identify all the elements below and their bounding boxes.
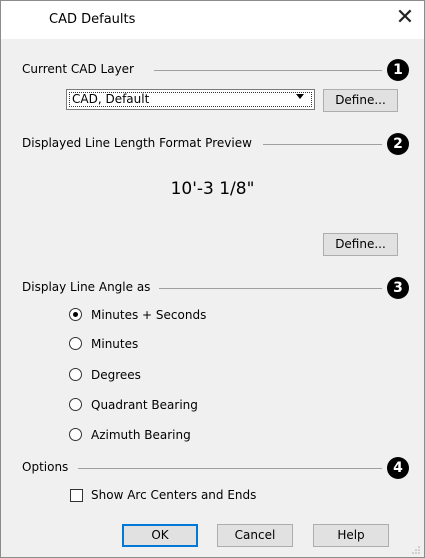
- section-label-current-cad-layer: Current CAD Layer: [22, 62, 134, 76]
- section-divider: [263, 144, 382, 145]
- radio-button[interactable]: [69, 368, 82, 381]
- chevron-down-icon: [296, 94, 304, 99]
- section-label-line-length-preview: Displayed Line Length Format Preview: [22, 136, 252, 150]
- cad-layer-select[interactable]: CAD, Default: [66, 89, 315, 110]
- help-button[interactable]: Help: [313, 524, 389, 547]
- close-icon[interactable]: ✕: [393, 7, 417, 31]
- radio-label: Quadrant Bearing: [91, 398, 198, 412]
- section-divider: [154, 70, 382, 71]
- section-divider: [78, 468, 382, 469]
- radio-button[interactable]: [69, 428, 82, 441]
- radio-selected-dot: [73, 312, 78, 317]
- cad-defaults-dialog: CAD Defaults ✕ Current CAD Layer 1 CAD, …: [0, 0, 425, 558]
- window-title: CAD Defaults: [49, 12, 136, 27]
- section-label-line-angle: Display Line Angle as: [22, 280, 151, 294]
- callout-badge-3: 3: [387, 277, 409, 299]
- line-length-preview: 10'-3 1/8": [170, 179, 255, 199]
- radio-label: Degrees: [91, 368, 141, 382]
- callout-badge-4: 4: [387, 457, 409, 479]
- section-label-options: Options: [22, 460, 69, 474]
- cad-layer-select-value: CAD, Default: [72, 92, 150, 106]
- define-format-button[interactable]: Define...: [323, 233, 398, 256]
- resize-grip-icon[interactable]: [411, 545, 421, 555]
- radio-button[interactable]: [69, 308, 82, 321]
- title-bar: CAD Defaults ✕: [1, 1, 424, 39]
- section-divider: [159, 288, 382, 289]
- radio-button[interactable]: [69, 337, 82, 350]
- cancel-button[interactable]: Cancel: [217, 524, 293, 547]
- radio-label: Azimuth Bearing: [91, 428, 191, 442]
- define-layer-button[interactable]: Define...: [323, 89, 398, 112]
- radio-label: Minutes + Seconds: [91, 308, 207, 322]
- ok-button[interactable]: OK: [122, 524, 198, 547]
- callout-badge-1: 1: [387, 59, 409, 81]
- radio-button[interactable]: [69, 398, 82, 411]
- show-arc-centers-label: Show Arc Centers and Ends: [91, 488, 257, 502]
- callout-badge-2: 2: [387, 133, 409, 155]
- show-arc-centers-checkbox[interactable]: [70, 489, 83, 502]
- radio-label: Minutes: [91, 337, 139, 351]
